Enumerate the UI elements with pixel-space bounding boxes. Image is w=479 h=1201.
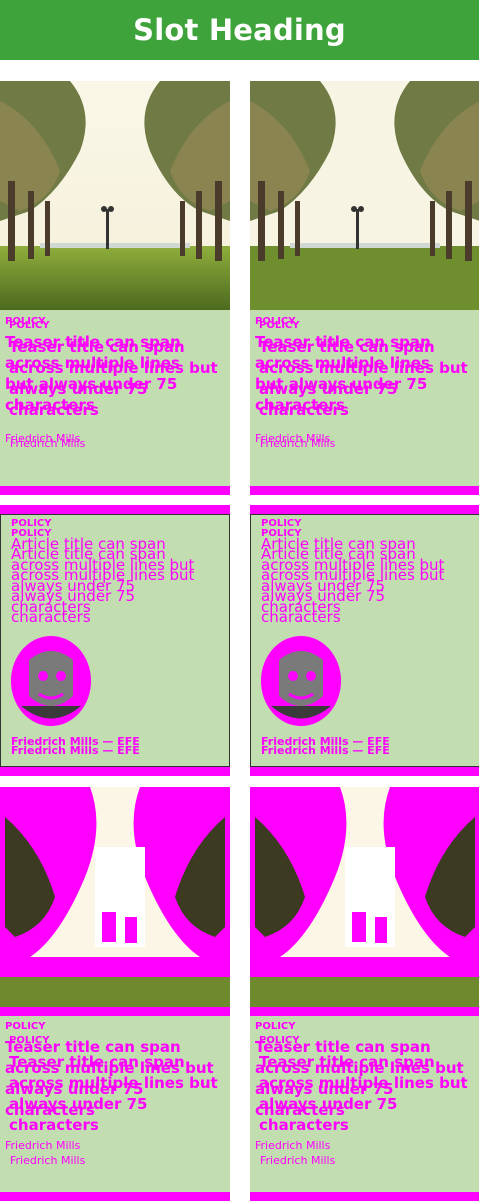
article-body: POLICY POLICY Article title can span acr… — [0, 514, 230, 767]
teaser-category: POLICY — [255, 1021, 296, 1032]
teaser-photo — [0, 81, 230, 310]
teaser-category-ghost: POLICY — [9, 320, 50, 331]
article-card[interactable]: POLICY POLICY Article title can span acr… — [250, 505, 479, 777]
teaser-title-ghost: Teaser title can span across multiple li… — [259, 1053, 468, 1134]
article-title-ghost: Article title can span across multiple l… — [261, 545, 445, 626]
author-portrait-icon — [261, 636, 341, 726]
card-bottom-stripe — [250, 486, 479, 495]
card-top-stripe — [250, 505, 479, 514]
teaser-card[interactable]: POLICY POLICY Teaser title can span acro… — [250, 81, 479, 495]
article-body: POLICY POLICY Article title can span acr… — [250, 514, 479, 767]
article-title-ghost: Article title can span across multiple l… — [11, 545, 195, 626]
author-portrait-icon — [11, 636, 91, 726]
teaser-title-ghost: Teaser title can span across multiple li… — [259, 338, 468, 419]
card-bottom-stripe — [250, 1192, 479, 1201]
card-bottom-stripe — [0, 1192, 230, 1201]
teaser-byline[interactable]: Friedrich Mills — [255, 1140, 330, 1152]
teaser-byline[interactable]: Friedrich Mills — [5, 1140, 80, 1152]
card-bottom-stripe — [250, 767, 479, 776]
article-byline-ghost: Friedrich Mills — EFE — [11, 744, 140, 757]
slot-header: Slot Heading — [0, 0, 479, 60]
teaser-photo — [250, 787, 479, 1016]
teaser-card[interactable]: POLICY POLICY Teaser title can span acro… — [250, 787, 479, 1201]
teaser-category-ghost: POLICY — [259, 320, 300, 331]
teaser-title-ghost: Teaser title can span across multiple li… — [9, 338, 218, 419]
teaser-byline-ghost: Friedrich Mills — [10, 1154, 86, 1167]
teaser-category: POLICY — [5, 1021, 46, 1032]
article-byline-ghost: Friedrich Mills — EFE — [261, 744, 390, 757]
card-top-stripe — [0, 505, 230, 514]
card-bottom-stripe — [0, 486, 230, 495]
article-card[interactable]: POLICY POLICY Article title can span acr… — [0, 505, 230, 777]
teaser-title-ghost: Teaser title can span across multiple li… — [9, 1053, 218, 1134]
teaser-card[interactable]: POLICY POLICY Teaser title can span acro… — [0, 787, 230, 1201]
teaser-photo — [0, 787, 230, 1016]
teaser-byline-ghost: Friedrich Mills — [10, 437, 86, 450]
teaser-byline-ghost: Friedrich Mills — [260, 1154, 336, 1167]
teaser-photo — [250, 81, 479, 310]
teaser-byline-ghost: Friedrich Mills — [260, 437, 336, 450]
card-bottom-stripe — [0, 767, 230, 776]
teaser-card[interactable]: POLICY POLICY Teaser title can span acro… — [0, 81, 230, 495]
slot-heading: Slot Heading — [133, 13, 346, 47]
